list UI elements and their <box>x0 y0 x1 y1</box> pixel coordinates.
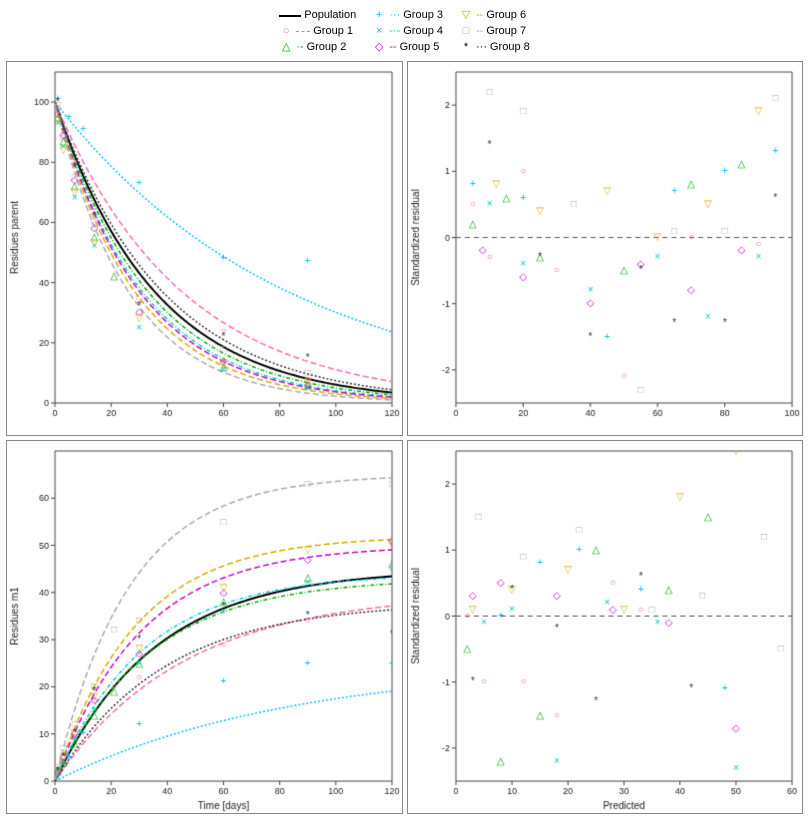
plot-top-left <box>6 61 403 436</box>
group4-symbol-icon: × <box>372 24 386 39</box>
legend-col-3: ▽ -- Group 6 □ -- Group 7 * ··· Group 8 <box>459 8 530 55</box>
legend-col-2: + ··· Group 3 × -·- Group 4 ◇ -- Group 5 <box>372 8 443 55</box>
legend-label-group1: Group 1 <box>313 24 353 39</box>
canvas-bottom-right <box>408 441 803 814</box>
group3-symbol-icon: + <box>372 8 386 23</box>
legend-item-group6: ▽ -- Group 6 <box>459 8 530 23</box>
canvas-bottom-left <box>7 441 402 814</box>
legend-item-group2: △ ·- Group 2 <box>279 40 356 55</box>
population-line-icon <box>279 15 301 17</box>
legend-label-group5: Group 5 <box>400 40 440 55</box>
group1-line-icon <box>296 31 310 32</box>
plot-bottom-right <box>407 440 804 815</box>
legend-item-group3: + ··· Group 3 <box>372 8 443 23</box>
legend-col-1: Population ○ Group 1 △ ·- Group 2 <box>279 8 356 55</box>
plots-grid <box>4 59 805 816</box>
legend-item-group5: ◇ -- Group 5 <box>372 40 443 55</box>
group2-line-icon: ·- <box>296 40 303 55</box>
group5-symbol-icon: ◇ <box>372 40 386 55</box>
group7-line-icon: -- <box>476 24 483 39</box>
main-container: Population ○ Group 1 △ ·- Group 2 + ··· … <box>0 0 809 820</box>
group1-symbol-icon: ○ <box>279 24 293 39</box>
group2-symbol-icon: △ <box>279 40 293 55</box>
group7-symbol-icon: □ <box>459 24 473 39</box>
group8-symbol-icon: * <box>459 40 473 55</box>
canvas-top-right <box>408 62 803 435</box>
legend-item-population: Population <box>279 8 356 23</box>
legend-item-group7: □ -- Group 7 <box>459 24 530 39</box>
legend-item-group8: * ··· Group 8 <box>459 40 530 55</box>
legend-label-population: Population <box>304 8 356 23</box>
legend: Population ○ Group 1 △ ·- Group 2 + ··· … <box>4 8 805 55</box>
legend-label-group7: Group 7 <box>486 24 526 39</box>
group6-line-icon: -- <box>476 8 483 23</box>
group5-line-icon: -- <box>389 40 396 55</box>
canvas-top-left <box>7 62 402 435</box>
legend-label-group4: Group 4 <box>403 24 443 39</box>
plot-top-right <box>407 61 804 436</box>
group4-line-icon: -·- <box>389 24 400 39</box>
legend-item-group1: ○ Group 1 <box>279 24 356 39</box>
group3-line-icon: ··· <box>389 8 400 23</box>
legend-label-group3: Group 3 <box>403 8 443 23</box>
legend-item-group4: × -·- Group 4 <box>372 24 443 39</box>
legend-label-group6: Group 6 <box>486 8 526 23</box>
group6-symbol-icon: ▽ <box>459 8 473 23</box>
legend-label-group8: Group 8 <box>490 40 530 55</box>
legend-label-group2: Group 2 <box>307 40 347 55</box>
group8-line-icon: ··· <box>476 40 487 55</box>
plot-bottom-left <box>6 440 403 815</box>
